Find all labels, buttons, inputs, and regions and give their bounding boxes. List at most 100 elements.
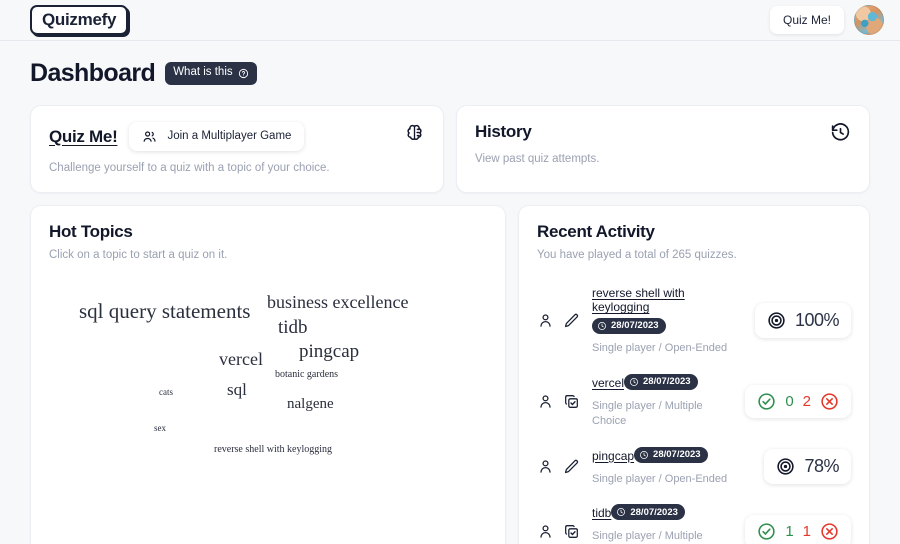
activity-quiz-title[interactable]: tidb: [592, 506, 611, 520]
activity-row-details: vercel 28/07/2023 Single player / Multiple…: [592, 373, 733, 429]
activity-row-details: tidb 28/07/2023 Single player / Multiple C…: [592, 504, 733, 544]
pencil-icon: [563, 458, 580, 475]
what-is-this-badge[interactable]: What is this: [165, 62, 257, 85]
activity-date-label: 28/07/2023: [611, 320, 659, 332]
activity-score-badge: 11: [745, 515, 851, 544]
word-cloud-topic[interactable]: botanic gardens: [275, 370, 338, 380]
clock-icon: [639, 450, 649, 460]
join-multiplayer-game-button[interactable]: Join a Multiplayer Game: [129, 122, 305, 151]
check-circle-icon: [757, 522, 776, 541]
history-clock-icon: [830, 122, 851, 143]
recent-activity-title: Recent Activity: [537, 222, 655, 241]
hot-topics-card: Hot Topics Click on a topic to start a q…: [30, 205, 506, 544]
activity-mode-label: Single player / Open-Ended: [592, 472, 728, 485]
recent-activity-card: Recent Activity You have played a total …: [518, 205, 870, 544]
word-cloud-topic[interactable]: sql query statements: [79, 301, 250, 322]
clock-icon: [616, 507, 626, 517]
activity-date-badge: 28/07/2023: [592, 318, 666, 334]
pencil-icon: [563, 312, 580, 329]
dashboard-lower-section: Hot Topics Click on a topic to start a q…: [30, 205, 870, 544]
bullseye-icon: [767, 311, 786, 330]
word-cloud-topic[interactable]: tidb: [278, 318, 308, 337]
word-cloud-topic[interactable]: cats: [159, 388, 173, 397]
top-navigation-bar: Quizmefy Quiz Me!: [0, 0, 900, 41]
activity-score-badge: 100%: [754, 303, 851, 339]
word-cloud-topic[interactable]: nalgene: [287, 397, 334, 412]
word-cloud-topic[interactable]: sql: [227, 381, 247, 398]
person-icon: [537, 523, 554, 540]
quiz-me-button[interactable]: Quiz Me!: [769, 6, 844, 34]
hot-topics-title: Hot Topics: [49, 222, 133, 241]
activity-row-icons: [537, 458, 580, 475]
activity-row-details: pingcap 28/07/2023 Single player / Open-En…: [592, 446, 742, 487]
activity-row-icons: [537, 393, 580, 410]
person-icon: [537, 312, 554, 329]
activity-row-icons: [537, 523, 580, 540]
clock-icon: [629, 377, 639, 387]
clock-icon: [597, 321, 607, 331]
activity-score-badge: 78%: [764, 448, 851, 484]
activity-quiz-title[interactable]: vercel: [592, 376, 624, 390]
quiz-me-card-subtitle: Challenge yourself to a quiz with a topi…: [49, 162, 330, 174]
user-avatar-icon[interactable]: [854, 5, 884, 35]
bullseye-icon: [776, 457, 795, 476]
history-card-header: History: [475, 122, 851, 142]
history-card[interactable]: History View past quiz attempts.: [456, 105, 870, 193]
activity-mode-label: Single player / Multiple Choice: [592, 399, 703, 427]
copy-check-icon: [563, 393, 580, 410]
quiz-me-card[interactable]: Quiz Me! Join a Multiplayer Game Challen…: [30, 105, 444, 193]
activity-row[interactable]: tidb 28/07/2023 Single player / Multiple C…: [537, 495, 851, 544]
x-circle-icon: [820, 522, 839, 541]
activity-row[interactable]: pingcap 28/07/2023 Single player / Open-En…: [537, 438, 851, 496]
topic-word-cloud: sql query statements business excellence t…: [49, 261, 487, 544]
activity-date-badge: 28/07/2023: [634, 446, 708, 463]
activity-date-label: 28/07/2023: [630, 506, 678, 518]
activity-date-badge: 28/07/2023: [624, 373, 698, 390]
activity-score-badge: 02: [745, 384, 851, 418]
brain-icon: [404, 122, 425, 143]
activity-date-label: 28/07/2023: [643, 376, 691, 388]
page-content: Dashboard What is this Quiz Me! Join a M…: [0, 41, 900, 544]
activity-score-percent: 78%: [804, 455, 839, 476]
recent-activity-list: reverse shell with keylogging 28/07/2023 S…: [537, 277, 851, 544]
topbar-actions: Quiz Me!: [769, 5, 884, 35]
users-icon: [142, 129, 157, 144]
summary-cards: Quiz Me! Join a Multiplayer Game Challen…: [30, 105, 870, 193]
activity-row-details: reverse shell with keylogging 28/07/2023 S…: [592, 286, 742, 356]
app-logo[interactable]: Quizmefy: [30, 5, 129, 35]
word-cloud-topic[interactable]: vercel: [219, 350, 263, 368]
quiz-me-card-header: Quiz Me! Join a Multiplayer Game: [49, 122, 425, 151]
what-is-this-label: What is this: [173, 66, 233, 79]
activity-quiz-title[interactable]: pingcap: [592, 449, 634, 463]
question-circle-icon: [238, 68, 249, 79]
check-circle-icon: [757, 392, 776, 411]
x-circle-icon: [820, 392, 839, 411]
activity-correct-count: 0: [785, 392, 794, 410]
person-icon: [537, 393, 554, 410]
copy-check-icon: [563, 523, 580, 540]
word-cloud-topic[interactable]: reverse shell with keylogging: [214, 445, 332, 455]
activity-wrong-count: 1: [802, 523, 811, 541]
activity-mode-label: Single player / Open-Ended: [592, 342, 728, 354]
recent-activity-subtitle: You have played a total of 265 quizzes.: [537, 249, 737, 261]
hot-topics-subtitle: Click on a topic to start a quiz on it.: [49, 249, 228, 261]
activity-score-percent: 100%: [794, 310, 840, 331]
activity-correct-count: 1: [785, 523, 794, 541]
activity-quiz-title[interactable]: reverse shell with keylogging: [592, 286, 742, 314]
page-header: Dashboard What is this: [30, 59, 870, 88]
quiz-me-card-title[interactable]: Quiz Me!: [49, 127, 118, 147]
activity-row[interactable]: vercel 28/07/2023 Single player / Multiple…: [537, 365, 851, 438]
activity-date-label: 28/07/2023: [653, 448, 701, 460]
history-card-subtitle: View past quiz attempts.: [475, 153, 600, 165]
word-cloud-topic[interactable]: pingcap: [299, 342, 359, 361]
activity-wrong-count: 2: [802, 392, 811, 410]
activity-date-badge: 28/07/2023: [611, 504, 685, 521]
join-multiplayer-game-label: Join a Multiplayer Game: [167, 129, 292, 142]
word-cloud-topic[interactable]: business excellence: [267, 293, 408, 311]
activity-row-icons: [537, 312, 580, 329]
activity-row[interactable]: reverse shell with keylogging 28/07/2023 S…: [537, 277, 851, 365]
activity-mode-label: Single player / Multiple Choice: [592, 530, 703, 543]
word-cloud-topic[interactable]: sex: [154, 424, 166, 433]
page-title: Dashboard: [30, 59, 156, 87]
person-icon: [537, 458, 554, 475]
